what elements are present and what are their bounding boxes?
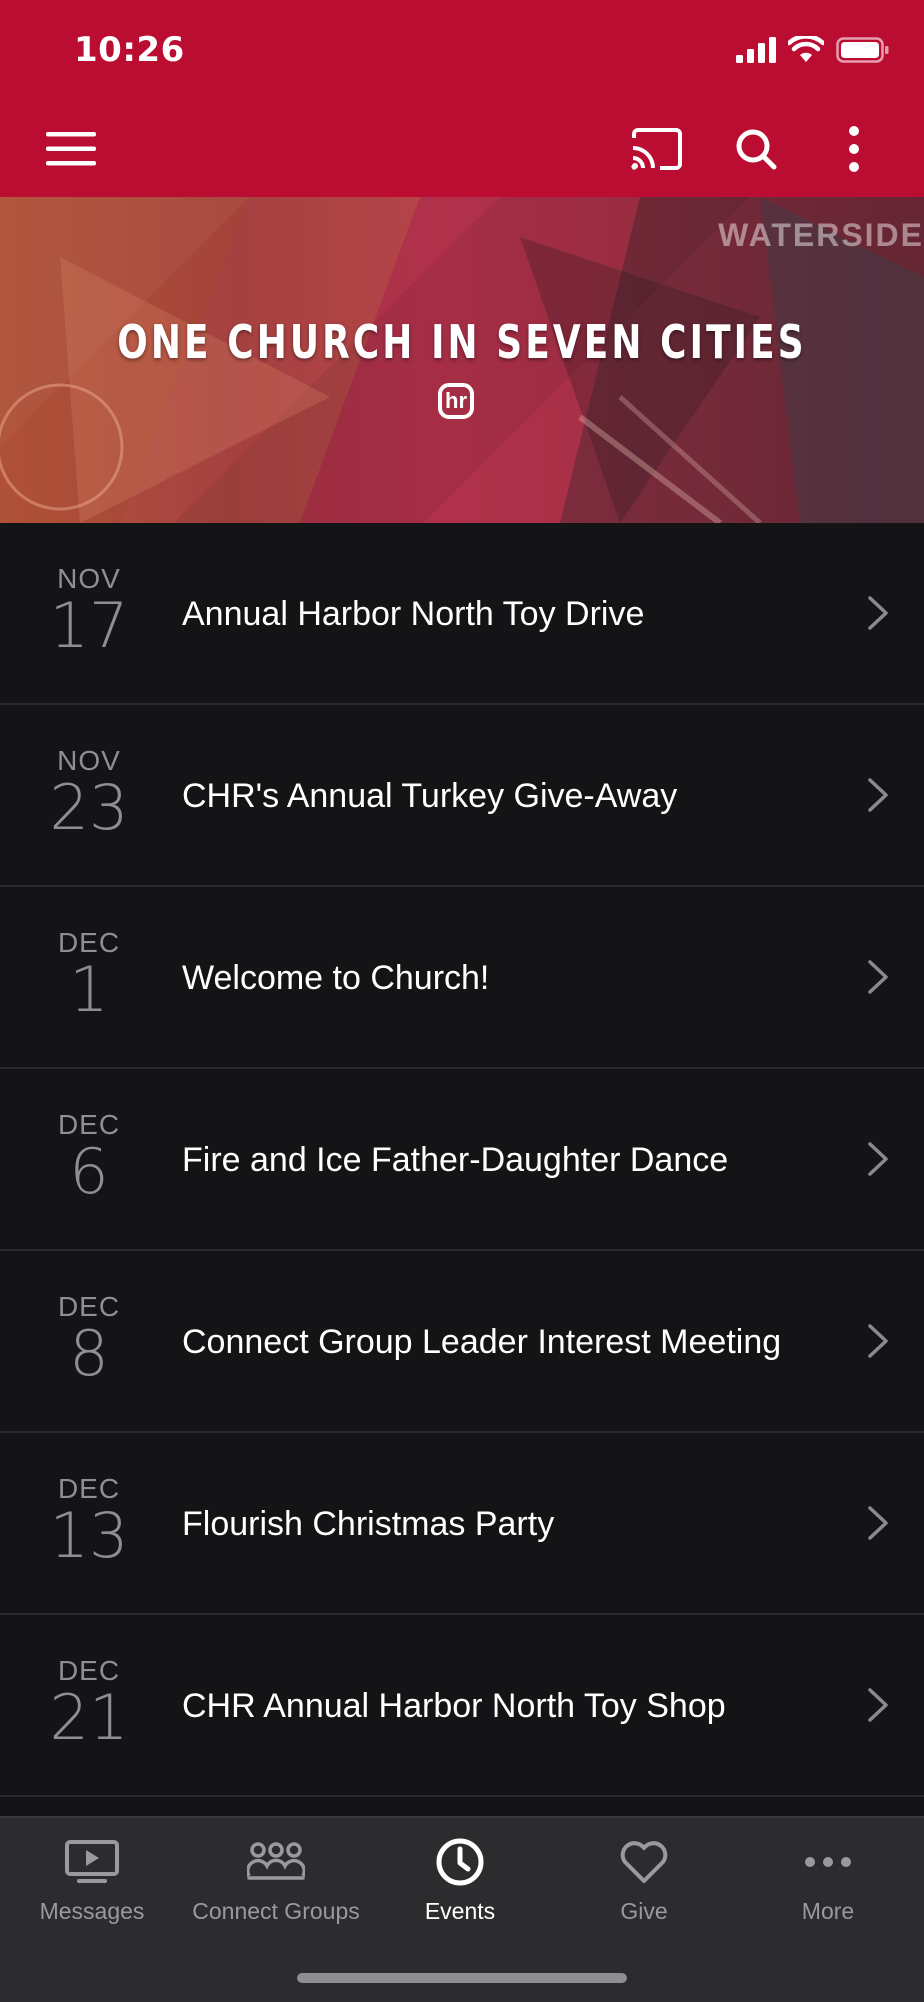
tab-events[interactable]: Events xyxy=(368,1818,552,1958)
group-icon xyxy=(184,1834,368,1890)
event-date: NOV 23 xyxy=(32,745,146,839)
event-title: Annual Harbor North Toy Drive xyxy=(182,595,645,633)
status-bar: 10:26 xyxy=(0,0,924,100)
event-day: 23 xyxy=(49,771,129,844)
event-day: 21 xyxy=(49,1681,129,1754)
hero-building-sign: WATERSIDE xyxy=(718,217,924,253)
chevron-right-icon xyxy=(868,596,888,630)
tab-connect-groups[interactable]: Connect Groups xyxy=(184,1818,368,1958)
tab-label: Give xyxy=(620,1898,668,1924)
battery-icon xyxy=(836,36,889,63)
event-row[interactable]: DEC 21 CHR Annual Harbor North Toy Shop xyxy=(0,1615,924,1797)
event-row[interactable]: DEC 6 Fire and Ice Father-Daughter Dance xyxy=(0,1069,924,1251)
tab-label: More xyxy=(801,1898,855,1924)
tab-more[interactable]: More xyxy=(736,1818,920,1958)
event-title: Flourish Christmas Party xyxy=(182,1505,555,1543)
event-date: DEC 21 xyxy=(32,1655,146,1749)
home-indicator[interactable] xyxy=(297,1973,627,1983)
tab-messages[interactable]: Messages xyxy=(0,1818,184,1958)
event-title: Connect Group Leader Interest Meeting xyxy=(182,1323,782,1361)
events-list: NOV 17 Annual Harbor North Toy Drive NOV… xyxy=(0,523,924,1797)
tab-label: Messages xyxy=(39,1898,145,1924)
hero-banner: WATERSIDE ONE CHURCH IN SEVEN CITIES hr xyxy=(0,197,924,523)
status-icons xyxy=(736,36,890,63)
clock-icon xyxy=(368,1834,552,1890)
tab-label: Connect Groups xyxy=(192,1898,360,1924)
status-time: 10:26 xyxy=(74,30,185,70)
vertical-dots-icon[interactable] xyxy=(830,122,878,176)
chevron-right-icon xyxy=(868,1688,888,1722)
search-icon[interactable] xyxy=(726,122,786,176)
event-title: Welcome to Church! xyxy=(182,959,490,997)
event-row[interactable]: NOV 17 Annual Harbor North Toy Drive xyxy=(0,523,924,705)
horizontal-dots-icon xyxy=(736,1834,920,1890)
event-date: NOV 17 xyxy=(32,563,146,657)
event-row[interactable]: DEC 1 Welcome to Church! xyxy=(0,887,924,1069)
event-row[interactable]: DEC 13 Flourish Christmas Party xyxy=(0,1433,924,1615)
event-date: DEC 6 xyxy=(32,1109,146,1203)
chevron-right-icon xyxy=(868,778,888,812)
chevron-right-icon xyxy=(868,1142,888,1176)
app-bar xyxy=(0,100,924,197)
chevron-right-icon xyxy=(868,960,888,994)
church-logo: hr xyxy=(438,383,474,419)
event-row[interactable]: NOV 23 CHR's Annual Turkey Give-Away xyxy=(0,705,924,887)
wifi-icon xyxy=(788,36,824,62)
event-row[interactable]: DEC 8 Connect Group Leader Interest Meet… xyxy=(0,1251,924,1433)
event-day: 1 xyxy=(69,953,109,1026)
event-date: DEC 13 xyxy=(32,1473,146,1567)
tv-icon xyxy=(0,1834,184,1890)
signal-icon xyxy=(736,36,776,63)
event-date: DEC 8 xyxy=(32,1291,146,1385)
event-title: CHR's Annual Turkey Give-Away xyxy=(182,777,678,815)
tab-label: Events xyxy=(424,1898,496,1924)
event-title: CHR Annual Harbor North Toy Shop xyxy=(182,1687,726,1725)
event-title: Fire and Ice Father-Daughter Dance xyxy=(182,1141,729,1179)
tab-give[interactable]: Give xyxy=(552,1818,736,1958)
event-date: DEC 1 xyxy=(32,927,146,1021)
chevron-right-icon xyxy=(868,1506,888,1540)
chevron-right-icon xyxy=(868,1324,888,1358)
hamburger-icon[interactable] xyxy=(34,122,108,176)
cast-icon[interactable] xyxy=(626,122,686,176)
event-day: 13 xyxy=(49,1499,129,1572)
event-day: 17 xyxy=(49,589,129,662)
hero-title: ONE CHURCH IN SEVEN CITIES xyxy=(117,315,807,369)
event-day: 8 xyxy=(69,1317,109,1390)
heart-icon xyxy=(552,1834,736,1890)
event-day: 6 xyxy=(69,1135,109,1208)
